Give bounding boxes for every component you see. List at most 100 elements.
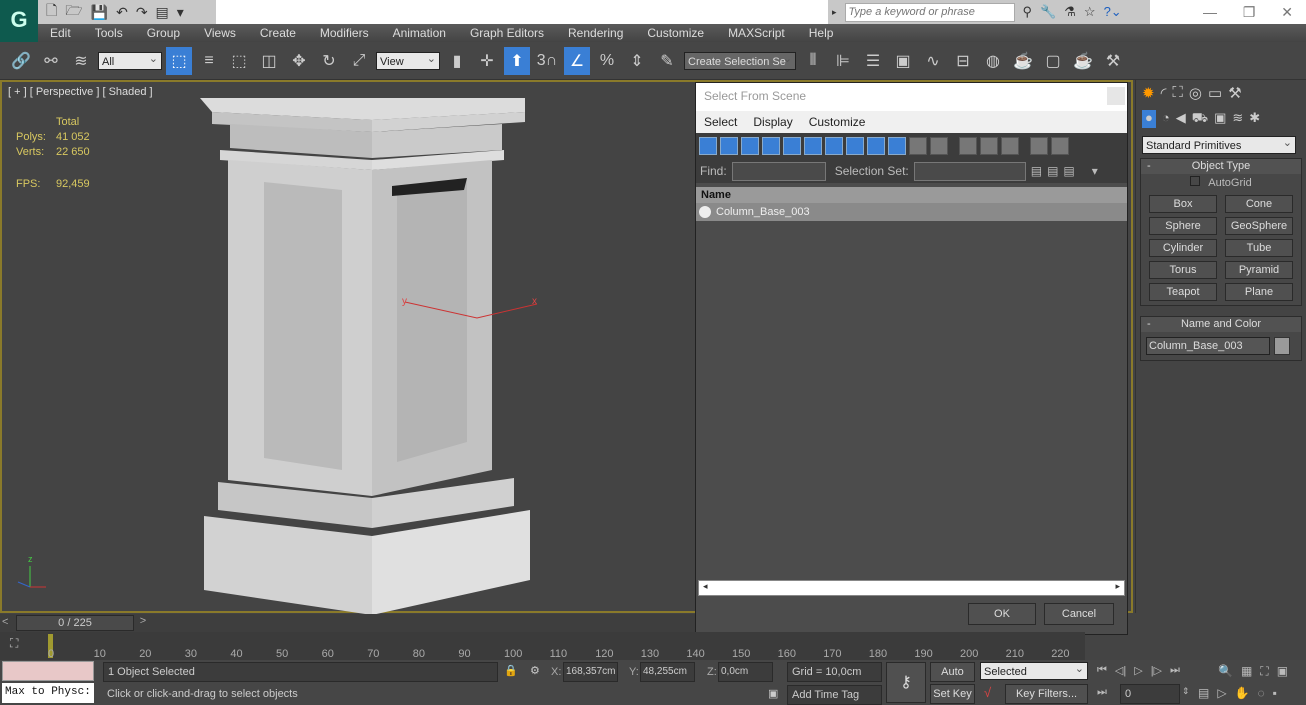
maximize-viewport-icon[interactable]: ▪	[1273, 686, 1277, 700]
object-name-input[interactable]: Column_Base_003	[1146, 337, 1270, 355]
helpers-filter-icon[interactable]	[783, 137, 801, 155]
selection-filter-dropdown[interactable]: All	[98, 50, 162, 70]
horizontal-scrollbar[interactable]: ◂ ▸	[698, 580, 1125, 596]
menu-animation[interactable]: Animation	[381, 26, 458, 40]
align-icon[interactable]: ⊫	[830, 47, 856, 75]
column-header-name[interactable]: Name	[696, 187, 1127, 203]
autogrid-checkbox[interactable]: AutoGrid	[1141, 174, 1301, 191]
teapot-button[interactable]: Teapot	[1149, 283, 1217, 301]
bind-space-warp-icon[interactable]: ≋	[68, 47, 94, 75]
next-frame-button[interactable]: >	[136, 615, 150, 631]
edit-named-selection-icon[interactable]: ✎	[654, 47, 680, 75]
current-frame-input[interactable]: 0	[1120, 684, 1180, 704]
link-icon[interactable]: 🔗	[8, 47, 34, 75]
schematic-view-icon[interactable]: ⊟	[950, 47, 976, 75]
select-children-icon[interactable]: ▤	[1031, 164, 1042, 178]
object-type-header[interactable]: - Object Type	[1141, 159, 1301, 174]
menu-create[interactable]: Create	[248, 26, 308, 40]
add-time-tag-button[interactable]: Add Time Tag	[787, 685, 882, 705]
angle-snap-icon[interactable]: ∠	[564, 46, 590, 75]
bones-filter-icon[interactable]	[867, 137, 885, 155]
render-iterative-icon[interactable]: ⚒	[1100, 47, 1126, 75]
absolute-mode-icon[interactable]: ⚙	[530, 664, 540, 677]
frame-spinner[interactable]: ⇕	[1182, 686, 1190, 697]
zoom-icon[interactable]: 🔍	[1218, 664, 1233, 679]
curve-icon[interactable]: √	[984, 685, 991, 700]
object-color-swatch[interactable]	[1274, 337, 1290, 355]
menu-help[interactable]: Help	[797, 26, 846, 40]
select-invert-icon[interactable]	[1001, 137, 1019, 155]
menu-modifiers[interactable]: Modifiers	[308, 26, 381, 40]
select-none-icon[interactable]	[980, 137, 998, 155]
lock-icon[interactable]: 🔒	[504, 664, 518, 677]
cancel-button[interactable]: Cancel	[1044, 603, 1114, 625]
hierarchy-tab-icon[interactable]: ⛶	[1172, 84, 1183, 102]
close-icon[interactable]: ✕	[1281, 4, 1293, 21]
lights-filter-icon[interactable]	[741, 137, 759, 155]
create-tab-icon[interactable]: ✹	[1142, 84, 1155, 102]
torus-button[interactable]: Torus	[1149, 261, 1217, 279]
x-coordinate-input[interactable]: 168,357cm	[563, 662, 618, 682]
transform-gizmo[interactable]	[397, 292, 547, 322]
lights-icon[interactable]: ◀	[1176, 110, 1186, 128]
rotate-icon[interactable]: ↻	[316, 47, 342, 75]
go-to-end-icon[interactable]: ⏭	[1170, 664, 1180, 677]
window-crossing-icon[interactable]: ◫	[256, 47, 282, 75]
new-icon[interactable]: 🗋	[46, 0, 57, 24]
render-icon[interactable]: ☕	[1070, 47, 1096, 75]
zoom-extents-icon[interactable]: ⛶	[1260, 664, 1268, 679]
play-icon[interactable]: ▷	[1134, 664, 1142, 677]
shapes-icon[interactable]: ◔	[1162, 110, 1170, 128]
set-key-button[interactable]: Set Key	[930, 684, 975, 704]
minimize-icon[interactable]: —	[1203, 4, 1217, 20]
box-button[interactable]: Box	[1149, 195, 1217, 213]
star-icon[interactable]: ☆	[1084, 4, 1096, 20]
mirror-icon[interactable]: ⫴	[800, 47, 826, 75]
snaps-toggle-icon[interactable]: 3 ∩	[534, 47, 560, 75]
satellite-icon[interactable]: ⚗	[1064, 4, 1076, 20]
select-dependents-icon[interactable]: ▤	[1047, 164, 1058, 178]
named-selection-sets-dropdown[interactable]: Create Selection Se	[684, 50, 796, 70]
spacewarps-icon[interactable]: ≋	[1232, 110, 1243, 128]
column-base-model[interactable]	[192, 90, 542, 615]
containers-filter-icon[interactable]	[888, 137, 906, 155]
cylinder-button[interactable]: Cylinder	[1149, 239, 1217, 257]
menu-tools[interactable]: Tools	[83, 26, 135, 40]
go-to-start-icon[interactable]: ⏮	[1097, 664, 1107, 677]
manipulate-icon[interactable]: ✛	[474, 47, 500, 75]
search-input[interactable]	[844, 2, 1015, 22]
tube-button[interactable]: Tube	[1225, 239, 1293, 257]
time-configuration-icon[interactable]: ▤	[1198, 686, 1209, 700]
track-bar[interactable]: ⛶ 0 10 20 30 40 50 60 70 80 90 100 110 120 130 140 150 1…	[0, 632, 1085, 660]
list-item[interactable]: Column_Base_003	[696, 203, 1127, 221]
pivot-icon[interactable]: ▮	[444, 47, 470, 75]
menu-edit[interactable]: Edit	[38, 26, 83, 40]
app-logo-button[interactable]: G	[0, 0, 38, 42]
dialog-menu-customize[interactable]: Customize	[801, 115, 874, 129]
filter-options-icon[interactable]	[1051, 137, 1069, 155]
open-icon[interactable]: 🗁	[65, 0, 82, 24]
help-icon[interactable]: ?⌄	[1104, 4, 1122, 20]
plane-button[interactable]: Plane	[1225, 283, 1293, 301]
viewport-label[interactable]: [ + ] [ Perspective ] [ Shaded ]	[8, 86, 153, 98]
pyramid-button[interactable]: Pyramid	[1225, 261, 1293, 279]
set-keys-key-icon[interactable]: ⚷	[886, 662, 926, 703]
geometry-icon[interactable]: ●	[1142, 110, 1156, 128]
save-icon[interactable]: 💾	[91, 4, 108, 21]
mini-curve-editor-icon[interactable]: ⛶	[10, 636, 18, 651]
ok-button[interactable]: OK	[968, 603, 1036, 625]
name-and-color-header[interactable]: - Name and Color	[1141, 317, 1301, 332]
spacewarps-filter-icon[interactable]	[804, 137, 822, 155]
scene-explorer-icon[interactable]: ▣	[890, 47, 916, 75]
redo-icon[interactable]: ↷	[136, 4, 148, 21]
reference-coordinate-dropdown[interactable]: View	[376, 50, 440, 70]
time-tag-icon[interactable]: ▣	[768, 687, 778, 700]
frozen-filter-icon[interactable]	[909, 137, 927, 155]
cone-button[interactable]: Cone	[1225, 195, 1293, 213]
previous-frame-icon[interactable]: ◁|	[1115, 664, 1126, 677]
xrefs-filter-icon[interactable]	[846, 137, 864, 155]
project-icon[interactable]: ▤	[156, 4, 169, 21]
shapes-filter-icon[interactable]	[720, 137, 738, 155]
menu-views[interactable]: Views	[192, 26, 248, 40]
find-input[interactable]	[731, 161, 826, 181]
